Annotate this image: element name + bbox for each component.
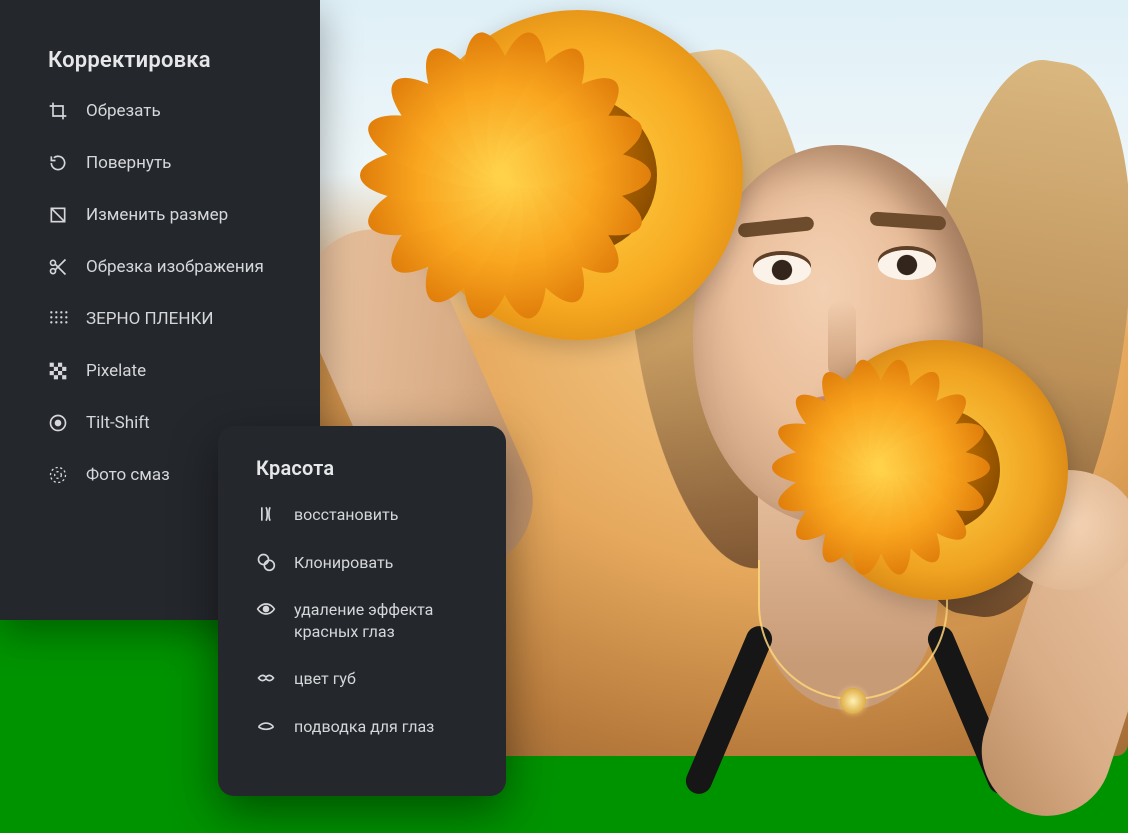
tilt-shift-icon — [48, 413, 68, 433]
menu-item-label: Tilt-Shift — [86, 413, 150, 433]
cut-icon — [48, 257, 68, 277]
menu-item-lip-color[interactable]: цвет губ — [256, 668, 476, 690]
clone-icon — [256, 552, 276, 572]
beauty-menu: восстановить Клонировать удаление эффект… — [256, 504, 476, 738]
menu-item-label: Pixelate — [86, 361, 146, 381]
adjust-panel-title: Корректировка — [48, 48, 280, 73]
photo-blur-icon — [48, 465, 68, 485]
menu-item-label: Обрезать — [86, 101, 161, 121]
red-eye-icon — [256, 599, 276, 619]
menu-item-rotate[interactable]: Повернуть — [48, 153, 280, 173]
pixelate-icon — [48, 361, 68, 381]
menu-item-resize[interactable]: Изменить размер — [48, 205, 280, 225]
resize-icon — [48, 205, 68, 225]
menu-item-label: удаление эффекта красных глаз — [294, 599, 476, 642]
menu-item-grain[interactable]: ЗЕРНО ПЛЕНКИ — [48, 309, 280, 329]
menu-item-label: Повернуть — [86, 153, 171, 173]
menu-item-pixelate[interactable]: Pixelate — [48, 361, 280, 381]
menu-item-label: подводка для глаз — [294, 716, 434, 738]
menu-item-label: цвет губ — [294, 668, 356, 690]
crop-icon — [48, 101, 68, 121]
menu-item-red-eye[interactable]: удаление эффекта красных глаз — [256, 599, 476, 642]
menu-item-clone[interactable]: Клонировать — [256, 552, 476, 574]
menu-item-eyeliner[interactable]: подводка для глаз — [256, 716, 476, 738]
menu-item-label: восстановить — [294, 504, 398, 526]
menu-item-cut[interactable]: Обрезка изображения — [48, 257, 280, 277]
rotate-icon — [48, 153, 68, 173]
menu-item-crop[interactable]: Обрезать — [48, 101, 280, 121]
lip-color-icon — [256, 668, 276, 688]
heal-icon — [256, 504, 276, 524]
grain-icon — [48, 309, 68, 329]
eyeliner-icon — [256, 716, 276, 736]
beauty-panel: Красота восстановить Клонировать удалени… — [218, 426, 506, 796]
menu-item-heal[interactable]: восстановить — [256, 504, 476, 526]
menu-item-label: Изменить размер — [86, 205, 228, 225]
menu-item-label: Фото смаз — [86, 465, 170, 485]
menu-item-label: ЗЕРНО ПЛЕНКИ — [86, 309, 214, 329]
menu-item-label: Клонировать — [294, 552, 393, 574]
menu-item-label: Обрезка изображения — [86, 257, 264, 277]
beauty-panel-title: Красота — [256, 456, 476, 480]
